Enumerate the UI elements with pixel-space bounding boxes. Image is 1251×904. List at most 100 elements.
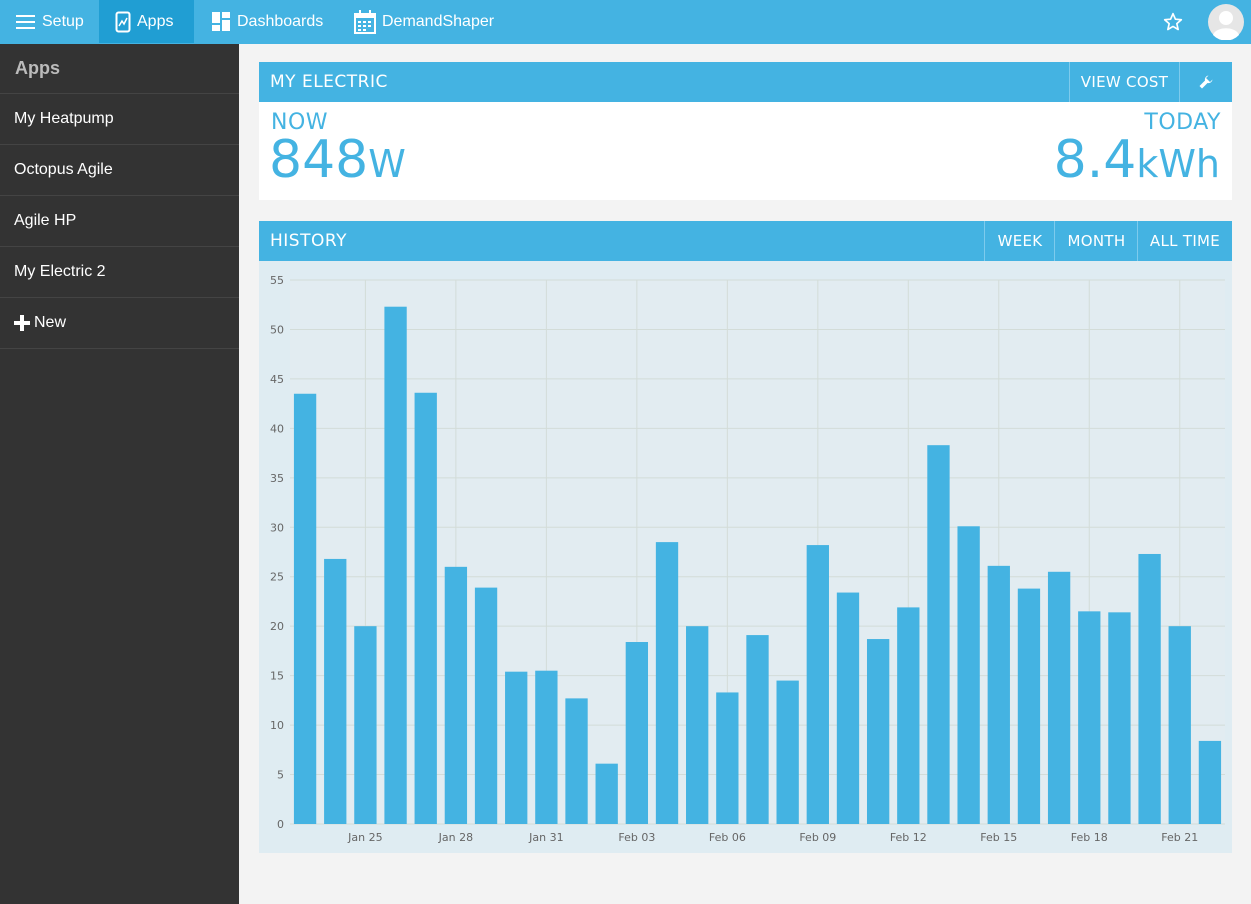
nav-setup-label: Setup — [42, 12, 84, 30]
y-tick-label: 25 — [270, 571, 284, 584]
month-button[interactable]: MONTH — [1054, 221, 1138, 261]
y-tick-label: 55 — [270, 274, 284, 287]
dashboards-icon — [212, 12, 230, 31]
chart-bar — [776, 680, 799, 824]
x-tick-label: Feb 03 — [618, 831, 655, 844]
y-tick-label: 50 — [270, 323, 284, 336]
all-time-button[interactable]: ALL TIME — [1137, 221, 1232, 261]
menu-icon — [16, 14, 35, 29]
wrench-icon — [1199, 75, 1213, 89]
chart-bar — [1138, 553, 1161, 824]
x-tick-label: Feb 09 — [799, 831, 836, 844]
y-tick-label: 15 — [270, 670, 284, 683]
sidebar-item-my-heatpump[interactable]: My Heatpump — [0, 94, 239, 145]
chart-bar — [897, 607, 920, 824]
now-number: 848 — [269, 130, 369, 190]
nav-apps[interactable]: Apps — [99, 0, 194, 43]
now-unit: W — [368, 142, 406, 186]
sidebar-title: Apps — [0, 44, 239, 94]
chart-bar — [565, 698, 588, 824]
star-icon — [1163, 12, 1183, 30]
chart-bar — [414, 392, 437, 824]
chart-bar — [1078, 611, 1101, 824]
chart-bar — [474, 587, 498, 824]
today-number: 8.4 — [1053, 130, 1137, 190]
chart-bar — [1017, 588, 1041, 824]
nav-apps-label: Apps — [137, 12, 174, 30]
chart-bar — [324, 558, 347, 824]
top-navbar: Setup Apps Dashboards DemandShaper — [0, 0, 1251, 44]
chart-bar — [535, 670, 558, 824]
my-electric-header: MY ELECTRIC VIEW COST — [259, 62, 1232, 102]
user-menu-button[interactable] — [1207, 0, 1245, 43]
chart-bar — [987, 565, 1010, 824]
chart-bar — [1168, 626, 1191, 824]
x-tick-label: Jan 31 — [528, 831, 563, 844]
chart-bar — [505, 671, 528, 824]
x-tick-label: Jan 25 — [347, 831, 382, 844]
y-tick-label: 45 — [270, 373, 284, 386]
today-label: TODAY — [1144, 110, 1221, 135]
nav-demandshaper[interactable]: DemandShaper — [354, 0, 494, 43]
nav-setup[interactable]: Setup — [16, 0, 84, 43]
sidebar-item-my-electric-2[interactable]: My Electric 2 — [0, 247, 239, 298]
chart-bar — [1108, 612, 1131, 824]
history-chart: 0 5 10 15 20 25 30 35 40 45 50 55 Jan 25 Jan 28 Jan 31… — [259, 261, 1232, 853]
sidebar: Apps My Heatpump Octopus Agile Agile HP … — [0, 44, 239, 904]
week-button[interactable]: WEEK — [984, 221, 1055, 261]
power-summary: NOW 848W TODAY 8.4kWh — [259, 102, 1232, 200]
y-tick-label: 20 — [270, 620, 284, 633]
y-tick-label: 0 — [277, 818, 284, 831]
today-value: 8.4kWh — [1054, 134, 1220, 190]
history-bar-chart: 0 5 10 15 20 25 30 35 40 45 50 55 Jan 25 Jan 28 Jan 31… — [270, 274, 1225, 844]
chart-bar — [866, 639, 890, 824]
sidebar-item-octopus-agile[interactable]: Octopus Agile — [0, 145, 239, 196]
history-header: HISTORY WEEK MONTH ALL TIME — [259, 221, 1232, 261]
sidebar-item-label: My Heatpump — [14, 110, 114, 127]
plus-icon — [14, 315, 30, 331]
history-title: HISTORY — [270, 231, 347, 251]
calendar-icon — [354, 9, 376, 34]
panel-title: MY ELECTRIC — [270, 72, 388, 92]
x-tick-label: Jan 28 — [438, 831, 473, 844]
chart-bar — [293, 393, 317, 824]
today-unit: kWh — [1136, 142, 1220, 186]
chart-bar — [595, 763, 618, 824]
sidebar-item-label: New — [34, 314, 67, 331]
x-tick-label: Feb 21 — [1161, 831, 1198, 844]
sidebar-item-new[interactable]: New — [0, 298, 239, 349]
y-tick-label: 40 — [270, 422, 284, 435]
chart-bar — [625, 642, 649, 824]
chart-bar — [836, 592, 860, 824]
chart-bar — [957, 526, 980, 824]
user-avatar-icon — [1208, 3, 1244, 40]
now-value: 848W — [269, 134, 406, 190]
chart-bar — [1198, 740, 1222, 824]
favourite-button[interactable] — [1158, 0, 1188, 43]
y-tick-label: 10 — [270, 719, 284, 732]
chart-bar — [655, 542, 679, 824]
chart-bar — [354, 626, 377, 824]
nav-dashboards-label: Dashboards — [237, 12, 324, 30]
apps-icon — [115, 11, 131, 32]
nav-demandshaper-label: DemandShaper — [382, 12, 495, 30]
x-tick-label: Feb 18 — [1071, 831, 1108, 844]
x-tick-label: Feb 06 — [709, 831, 746, 844]
sidebar-item-label: My Electric 2 — [14, 263, 106, 280]
chart-bar — [686, 626, 709, 824]
chart-bar — [1047, 571, 1071, 824]
y-tick-label: 5 — [277, 769, 284, 782]
chart-bar — [806, 545, 829, 824]
chart-bar — [716, 692, 739, 824]
nav-dashboards[interactable]: Dashboards — [212, 0, 323, 43]
view-cost-button[interactable]: VIEW COST — [1069, 62, 1179, 102]
chart-bar — [927, 445, 950, 824]
config-button[interactable] — [1179, 62, 1232, 102]
sidebar-item-label: Octopus Agile — [14, 161, 113, 178]
chart-bar — [746, 635, 769, 824]
chart-bar — [444, 566, 468, 824]
x-tick-label: Feb 15 — [980, 831, 1017, 844]
x-tick-label: Feb 12 — [890, 831, 927, 844]
sidebar-item-agile-hp[interactable]: Agile HP — [0, 196, 239, 247]
sidebar-item-label: Agile HP — [14, 212, 77, 229]
